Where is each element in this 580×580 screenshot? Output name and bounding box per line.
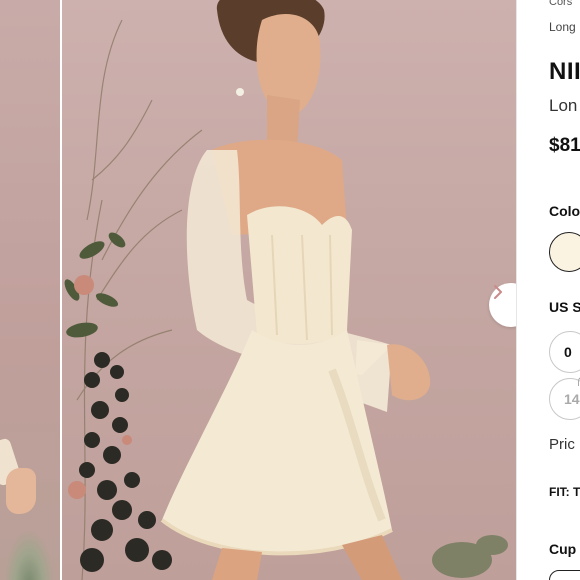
breadcrumb[interactable]: Cors [549,0,572,8]
cup-size-option[interactable] [549,570,580,580]
size-option-label: 0 [564,344,572,360]
product-image-gallery [0,0,516,580]
plant-decor [4,530,54,580]
pink-blossoms [68,275,132,499]
previous-product-image[interactable] [0,0,60,580]
cup-label: Cup [549,541,577,557]
colour-swatch[interactable] [549,232,580,272]
size-option-14[interactable]: 14 [549,377,580,420]
product-price: $81 [549,135,580,156]
pricing-note: Pric [549,436,575,453]
product-subtitle: Lon [549,96,578,115]
foliage [64,232,126,338]
chevron-right-icon [494,285,502,299]
model-hand [6,468,36,514]
main-product-image [62,0,516,580]
product-title: NII [549,58,580,85]
dark-eucalyptus [79,352,172,572]
breadcrumb-subtitle: Long [549,20,576,34]
product-details-panel: Cors Long NII Lon $81 Colo US S 0 14 Pri… [517,0,580,580]
product-photo-illustration [64,0,508,580]
size-option-0[interactable]: 0 [549,331,580,373]
size-option-label: 14 [564,391,580,407]
right-foliage [432,535,508,578]
model-figure [160,0,431,580]
size-label: US S [549,299,580,315]
fit-label: FIT: T [549,485,580,499]
colour-label: Colo [549,203,580,219]
